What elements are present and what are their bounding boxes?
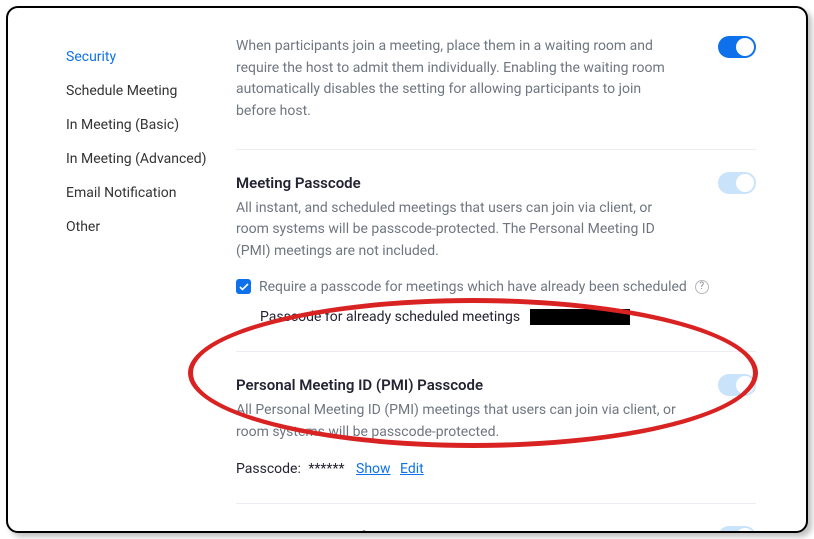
scheduled-passcode-label: Passcode for already scheduled meetings <box>260 309 520 325</box>
checkbox-row: Require a passcode for meetings which ha… <box>236 279 756 295</box>
section-phone-passcode: Require passcode for participants joinin… <box>236 504 756 533</box>
section-meeting-passcode: Meeting Passcode All instant, and schedu… <box>236 150 756 352</box>
section-title: Personal Meeting ID (PMI) Passcode <box>236 376 756 394</box>
section-desc: When participants join a meeting, place … <box>236 36 676 123</box>
checkbox-label: Require a passcode for meetings which ha… <box>259 279 687 295</box>
sidebar-item-security[interactable]: Security <box>66 40 218 74</box>
checkbox-require-scheduled[interactable] <box>236 279 251 294</box>
section-desc: All instant, and scheduled meetings that… <box>236 198 676 263</box>
toggle-meeting-passcode[interactable] <box>718 172 756 194</box>
settings-content: When participants join a meeting, place … <box>218 8 806 531</box>
settings-sidebar: Security Schedule Meeting In Meeting (Ba… <box>8 8 218 531</box>
sidebar-item-other[interactable]: Other <box>66 210 218 244</box>
section-title: Require passcode for participants joinin… <box>236 528 756 533</box>
section-desc: All Personal Meeting ID (PMI) meetings t… <box>236 400 676 443</box>
toggle-waiting-room[interactable] <box>718 36 756 58</box>
pmi-passcode-row: Passcode: ****** Show Edit <box>236 461 756 477</box>
redacted-passcode <box>530 309 630 325</box>
help-icon[interactable]: ? <box>695 280 709 294</box>
toggle-phone-passcode[interactable] <box>718 526 756 533</box>
section-title: Meeting Passcode <box>236 174 756 192</box>
section-waiting-room: When participants join a meeting, place … <box>236 18 756 150</box>
passcode-label: Passcode: <box>236 461 301 477</box>
sidebar-item-in-meeting-advanced[interactable]: In Meeting (Advanced) <box>66 142 218 176</box>
sidebar-item-email-notification[interactable]: Email Notification <box>66 176 218 210</box>
passcode-value: ****** <box>308 461 344 477</box>
section-pmi-passcode: Personal Meeting ID (PMI) Passcode All P… <box>236 352 756 504</box>
sidebar-item-in-meeting-basic[interactable]: In Meeting (Basic) <box>66 108 218 142</box>
edit-link[interactable]: Edit <box>400 461 424 477</box>
toggle-pmi-passcode[interactable] <box>718 374 756 396</box>
sidebar-item-schedule-meeting[interactable]: Schedule Meeting <box>66 74 218 108</box>
show-link[interactable]: Show <box>356 461 391 477</box>
scheduled-passcode-row: Passcode for already scheduled meetings <box>260 309 756 325</box>
